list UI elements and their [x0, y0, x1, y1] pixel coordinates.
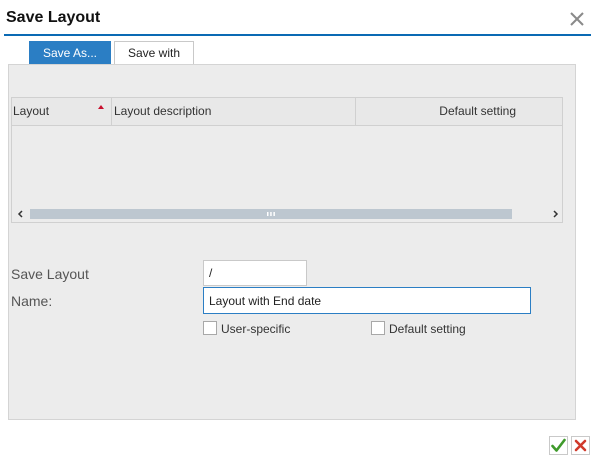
checkbox-box[interactable]	[203, 321, 217, 335]
scroll-left-button[interactable]	[14, 206, 28, 222]
ok-button[interactable]	[549, 436, 568, 455]
column-header-layout[interactable]: Layout	[13, 98, 111, 125]
check-icon	[551, 438, 566, 452]
dialog-title: Save Layout	[6, 9, 101, 26]
close-button[interactable]	[566, 8, 588, 30]
tab-save-with[interactable]: Save with	[114, 41, 194, 65]
grip-icon	[267, 212, 275, 216]
chevron-left-icon	[17, 210, 23, 218]
close-icon	[570, 12, 584, 26]
default-setting-label: Default setting	[389, 322, 466, 336]
scroll-right-button[interactable]	[548, 206, 562, 222]
column-header-layout-description[interactable]: Layout description	[111, 98, 356, 125]
scroll-thumb[interactable]	[30, 209, 512, 219]
user-specific-label: User-specific	[221, 322, 291, 336]
dialog-title-bar: Save Layout	[0, 0, 595, 36]
table-header-row: Layout Layout description Default settin…	[12, 98, 562, 126]
save-layout-input[interactable]	[203, 260, 307, 286]
layouts-table: Layout Layout description Default settin…	[11, 97, 563, 223]
column-header-default-setting[interactable]: Default setting	[356, 98, 562, 125]
sort-ascending-icon	[98, 105, 104, 109]
chevron-right-icon	[553, 210, 559, 218]
tab-save-as[interactable]: Save As...	[29, 41, 111, 65]
name-input[interactable]	[203, 287, 531, 314]
title-divider	[4, 34, 591, 36]
save-layout-label: Save Layout	[11, 266, 89, 282]
cancel-x-icon	[574, 439, 587, 452]
horizontal-scrollbar[interactable]	[12, 206, 562, 222]
cancel-button[interactable]	[571, 436, 590, 455]
column-header-label: Layout	[13, 104, 50, 118]
checkbox-box[interactable]	[371, 321, 385, 335]
name-label: Name:	[11, 293, 53, 309]
